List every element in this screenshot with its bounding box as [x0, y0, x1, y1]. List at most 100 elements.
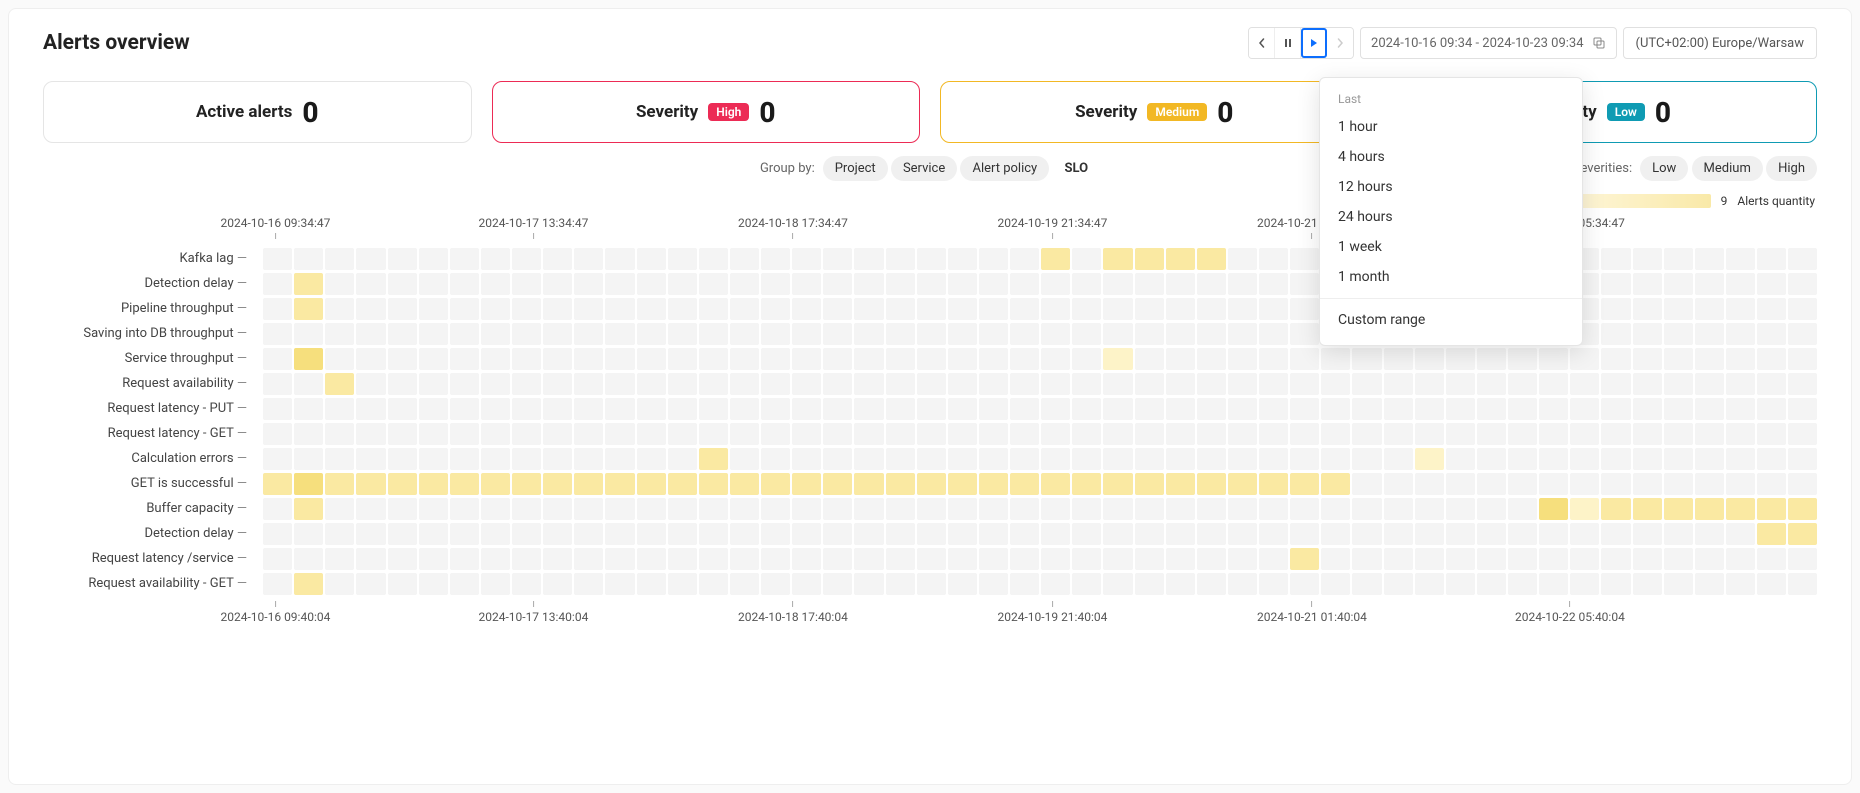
heatmap-cell[interactable] [1539, 523, 1568, 545]
heatmap-cell[interactable] [356, 573, 385, 595]
heatmap-cell[interactable] [886, 298, 915, 320]
heatmap-cell[interactable] [1041, 423, 1070, 445]
heatmap-cell[interactable] [792, 548, 821, 570]
heatmap-cell[interactable] [605, 473, 634, 495]
heatmap-cell[interactable] [574, 298, 603, 320]
heatmap-cell[interactable] [1290, 548, 1319, 570]
heatmap-cell[interactable] [294, 498, 323, 520]
heatmap-cell[interactable] [792, 348, 821, 370]
heatmap-cell[interactable] [605, 248, 634, 270]
heatmap-cell[interactable] [1321, 573, 1350, 595]
heatmap-cell[interactable] [1166, 423, 1195, 445]
heatmap-cell[interactable] [1072, 573, 1101, 595]
heatmap-cell[interactable] [730, 448, 759, 470]
heatmap-cell[interactable] [668, 523, 697, 545]
heatmap-cell[interactable] [263, 323, 292, 345]
heatmap-cell[interactable] [1570, 423, 1599, 445]
heatmap-cell[interactable] [1010, 573, 1039, 595]
heatmap-cell[interactable] [823, 473, 852, 495]
heatmap-cell[interactable] [1508, 473, 1537, 495]
heatmap-cell[interactable] [263, 398, 292, 420]
heatmap-cell[interactable] [1664, 573, 1693, 595]
heatmap-cell[interactable] [1726, 548, 1755, 570]
heatmap-cell[interactable] [1570, 448, 1599, 470]
heatmap-cell[interactable] [761, 548, 790, 570]
heatmap-cell[interactable] [1601, 298, 1630, 320]
heatmap-cell[interactable] [730, 298, 759, 320]
heatmap-cell[interactable] [1633, 273, 1662, 295]
heatmap-cell[interactable] [605, 398, 634, 420]
heatmap-cell[interactable] [979, 473, 1008, 495]
groupby-chip-alert-policy[interactable]: Alert policy [960, 156, 1049, 181]
heatmap-cell[interactable] [1352, 573, 1381, 595]
heatmap-cell[interactable] [1477, 423, 1506, 445]
heatmap-cell[interactable] [512, 523, 541, 545]
heatmap-cell[interactable] [325, 423, 354, 445]
heatmap-cell[interactable] [325, 448, 354, 470]
heatmap-cell[interactable] [1757, 348, 1786, 370]
heatmap-cell[interactable] [886, 498, 915, 520]
heatmap-cell[interactable] [1103, 373, 1132, 395]
heatmap-cell[interactable] [1290, 248, 1319, 270]
heatmap-cell[interactable] [917, 348, 946, 370]
heatmap-cell[interactable] [979, 498, 1008, 520]
heatmap-cell[interactable] [1508, 398, 1537, 420]
heatmap-cell[interactable] [1041, 448, 1070, 470]
heatmap-cell[interactable] [1633, 373, 1662, 395]
heatmap-cell[interactable] [1352, 498, 1381, 520]
heatmap-cell[interactable] [792, 323, 821, 345]
heatmap-cell[interactable] [1539, 423, 1568, 445]
heatmap-cell[interactable] [356, 273, 385, 295]
heatmap-cell[interactable] [450, 573, 479, 595]
pause-button[interactable] [1275, 28, 1301, 58]
heatmap-cell[interactable] [1290, 373, 1319, 395]
heatmap-cell[interactable] [761, 523, 790, 545]
dropdown-item-24-hours[interactable]: 24 hours [1320, 202, 1582, 232]
heatmap-cell[interactable] [419, 498, 448, 520]
heatmap-cell[interactable] [1664, 423, 1693, 445]
heatmap-cell[interactable] [388, 348, 417, 370]
heatmap-cell[interactable] [1103, 498, 1132, 520]
heatmap-cell[interactable] [356, 498, 385, 520]
heatmap-cell[interactable] [1259, 298, 1288, 320]
heatmap-cell[interactable] [761, 248, 790, 270]
heatmap-cell[interactable] [1726, 373, 1755, 395]
heatmap-cell[interactable] [854, 423, 883, 445]
heatmap-cell[interactable] [1601, 473, 1630, 495]
heatmap-cell[interactable] [1508, 348, 1537, 370]
heatmap-cell[interactable] [1633, 523, 1662, 545]
heatmap-cell[interactable] [1290, 348, 1319, 370]
heatmap-cell[interactable] [823, 273, 852, 295]
heatmap-cell[interactable] [1290, 448, 1319, 470]
heatmap-cell[interactable] [1197, 323, 1226, 345]
heatmap-cell[interactable] [1041, 248, 1070, 270]
heatmap-cell[interactable] [1384, 423, 1413, 445]
heatmap-cell[interactable] [574, 548, 603, 570]
heatmap-cell[interactable] [1695, 573, 1724, 595]
heatmap-cell[interactable] [419, 423, 448, 445]
heatmap-cell[interactable] [948, 398, 977, 420]
heatmap-cell[interactable] [1103, 523, 1132, 545]
heatmap-cell[interactable] [388, 373, 417, 395]
heatmap-cell[interactable] [1166, 498, 1195, 520]
heatmap-cell[interactable] [1570, 348, 1599, 370]
heatmap-cell[interactable] [1446, 473, 1475, 495]
heatmap-cell[interactable] [792, 523, 821, 545]
heatmap-cell[interactable] [1664, 523, 1693, 545]
heatmap-cell[interactable] [1259, 548, 1288, 570]
heatmap-cell[interactable] [1166, 348, 1195, 370]
heatmap-cell[interactable] [1259, 473, 1288, 495]
heatmap-cell[interactable] [419, 573, 448, 595]
heatmap-cell[interactable] [1477, 373, 1506, 395]
heatmap-cell[interactable] [356, 523, 385, 545]
heatmap-cell[interactable] [543, 448, 572, 470]
heatmap-cell[interactable] [1757, 373, 1786, 395]
groupby-chip-service[interactable]: Service [891, 156, 957, 181]
heatmap-cell[interactable] [1633, 573, 1662, 595]
heatmap-cell[interactable] [823, 498, 852, 520]
heatmap-cell[interactable] [823, 323, 852, 345]
heatmap-cell[interactable] [1072, 398, 1101, 420]
heatmap-cell[interactable] [1103, 448, 1132, 470]
heatmap-cell[interactable] [1633, 423, 1662, 445]
heatmap-cell[interactable] [1135, 398, 1164, 420]
